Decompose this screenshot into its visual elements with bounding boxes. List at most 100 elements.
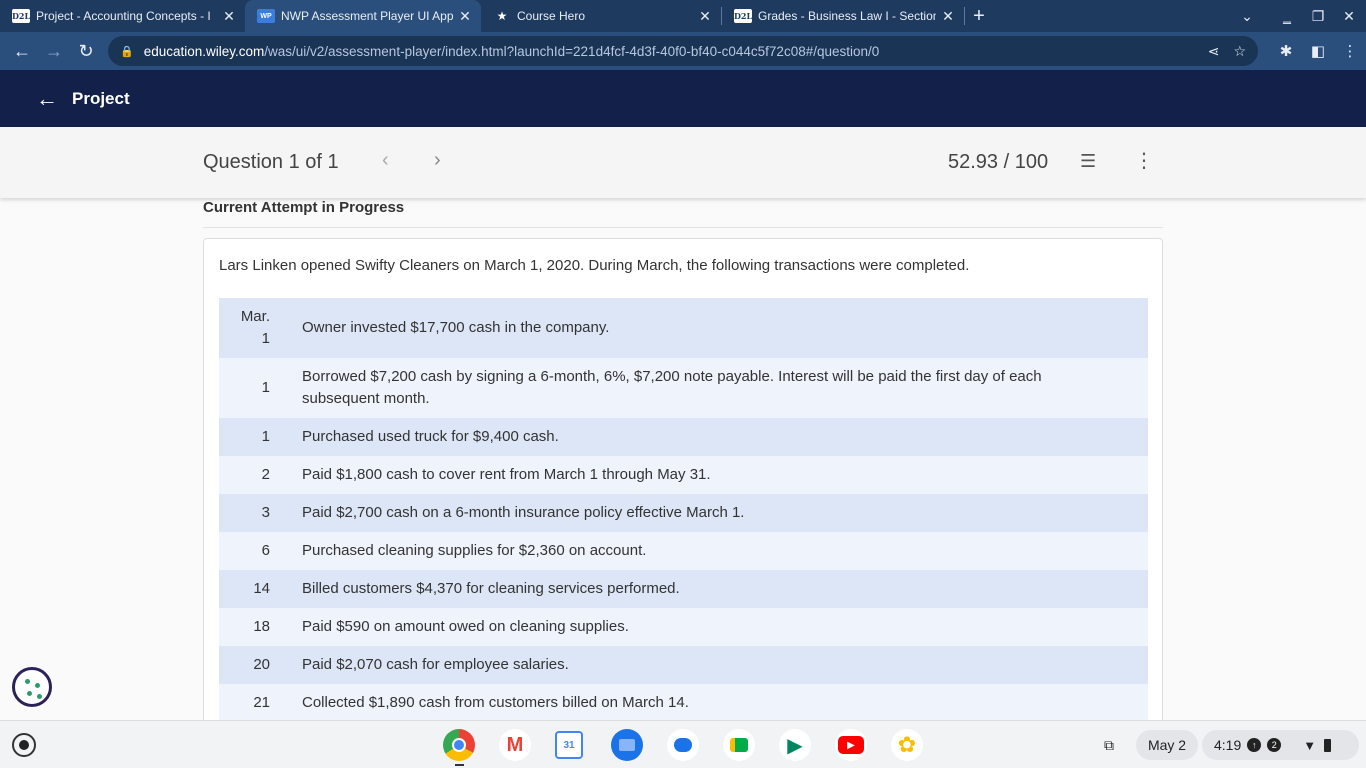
tab-grades-business-law[interactable]: D2L Grades - Business Law I - Section ✕: [722, 0, 964, 32]
chrome-center: [452, 738, 466, 752]
back-arrow-icon[interactable]: ←: [6, 35, 38, 67]
launcher-icon[interactable]: [12, 733, 36, 757]
transaction-date: 21: [253, 694, 270, 711]
table-row: 18 Paid $590 on amount owed on cleaning …: [219, 608, 1148, 646]
cookie-crumb: [25, 679, 30, 684]
score-display: 52.93 / 100: [948, 151, 1049, 173]
chrome-app-icon[interactable]: [443, 729, 475, 761]
side-panel-icon[interactable]: ◧: [1302, 42, 1334, 60]
status-tray[interactable]: 4:19 ↑ 2 ▼: [1202, 730, 1359, 760]
tab-course-hero[interactable]: ★ Course Hero ✕: [481, 0, 721, 32]
question-card: Lars Linken opened Swifty Cleaners on Ma…: [203, 238, 1163, 720]
url-path: /was/ui/v2/assessment-player/index.html?…: [264, 43, 880, 59]
lock-icon: 🔒: [120, 45, 134, 58]
notification-count-badge: 2: [1267, 738, 1282, 752]
tab-project-accounting[interactable]: D2L Project - Accounting Concepts - I ✕: [0, 0, 245, 32]
more-options-icon[interactable]: ⋮: [1134, 148, 1154, 173]
transaction-date: 20: [253, 656, 270, 673]
url-host: education.wiley.com: [143, 43, 265, 59]
youtube-app-icon[interactable]: ▶: [835, 729, 867, 761]
battery-icon: [1324, 738, 1332, 752]
question-list-icon[interactable]: ☰: [1080, 151, 1096, 172]
minimize-icon[interactable]: ‗: [1272, 0, 1302, 32]
next-question-chevron-icon[interactable]: ›: [434, 149, 441, 172]
cookie-crumb: [35, 683, 40, 688]
restore-icon[interactable]: ❐: [1303, 0, 1333, 32]
d2l-favicon-icon: D2L: [11, 9, 31, 23]
transaction-description: Collected $1,890 cash from customers bil…: [302, 694, 689, 711]
calendar-app-icon[interactable]: 31: [555, 731, 583, 759]
os-shelf: M 31 ▶ ▶ ✿ ⧉ May 2 4:19 ↑ 2 ▼: [0, 720, 1366, 768]
extensions-puzzle-icon[interactable]: ✱: [1270, 42, 1302, 60]
table-row: 2 Paid $1,800 cash to cover rent from Ma…: [219, 456, 1148, 494]
app-header: ← Project: [0, 70, 1366, 127]
youtube-play-shape: ▶: [838, 736, 864, 754]
browser-menu-icon[interactable]: ⋮: [1334, 42, 1366, 60]
wp-favicon-icon: WP: [257, 9, 275, 23]
transaction-description: Billed customers $4,370 for cleaning ser…: [302, 580, 680, 597]
table-row: Mar. 1 Owner invested $17,700 cash in the…: [219, 298, 1148, 358]
folder-shape: [619, 739, 635, 751]
wifi-icon: ▼: [1303, 737, 1317, 753]
divider: [203, 227, 1163, 228]
transaction-description: Purchased used truck for $9,400 cash.: [302, 428, 559, 445]
question-intro: Lars Linken opened Swifty Cleaners on Ma…: [219, 257, 970, 274]
transaction-date: 18: [253, 618, 270, 635]
share-icon[interactable]: ⋖: [1208, 43, 1220, 60]
address-bar[interactable]: 🔒 education.wiley.com/was/ui/v2/assessme…: [108, 36, 1258, 66]
forward-arrow-icon[interactable]: →: [38, 35, 70, 67]
close-window-icon[interactable]: ✕: [1334, 0, 1364, 32]
tab-close-icon[interactable]: ✕: [221, 8, 237, 25]
attempt-status: Current Attempt in Progress: [203, 199, 405, 216]
transaction-date: Mar. 1: [240, 308, 270, 347]
tab-close-icon[interactable]: ✕: [457, 8, 473, 25]
tab-close-icon[interactable]: ✕: [940, 8, 956, 25]
reload-icon[interactable]: ↻: [70, 35, 102, 67]
tab-title: Grades - Business Law I - Section: [758, 9, 936, 23]
transaction-description: Purchased cleaning supplies for $2,360 o…: [302, 542, 647, 559]
table-row: 20 Paid $2,070 cash for employee salarie…: [219, 646, 1148, 684]
meet-app-icon[interactable]: [723, 729, 755, 761]
bookmark-star-icon[interactable]: ☆: [1233, 43, 1246, 60]
launcher-dot: [19, 740, 29, 750]
transaction-description: Owner invested $17,700 cash in the compa…: [302, 319, 610, 336]
page-title: Project: [72, 88, 130, 108]
messages-app-icon[interactable]: [667, 729, 699, 761]
question-navigation-bar: Question 1 of 1 ‹ › 52.93 / 100 ☰ ⋮: [0, 127, 1366, 198]
tab-title: Project - Accounting Concepts - I: [36, 9, 211, 23]
cookie-crumb: [27, 691, 32, 696]
table-row: 14 Billed customers $4,370 for cleaning …: [219, 570, 1148, 608]
transaction-description: Borrowed $7,200 cash by signing a 6-mont…: [302, 368, 1042, 407]
table-row: 1 Purchased used truck for $9,400 cash.: [219, 418, 1148, 456]
table-row: 21 Collected $1,890 cash from customers …: [219, 684, 1148, 720]
clock-time: 4:19: [1214, 737, 1242, 753]
main-content: Current Attempt in Progress Lars Linken …: [0, 198, 1366, 720]
transactions-table: Mar. 1 Owner invested $17,700 cash in the…: [219, 298, 1148, 720]
chat-bubble-shape: [674, 738, 692, 752]
transaction-date: 1: [261, 379, 270, 396]
screen-capture-icon[interactable]: ⧉: [1093, 730, 1125, 760]
tab-close-icon[interactable]: ✕: [697, 8, 713, 25]
browser-tab-strip: D2L Project - Accounting Concepts - I ✕ …: [0, 0, 1366, 32]
transaction-date: 6: [261, 542, 270, 559]
tab-nwp-assessment[interactable]: WP NWP Assessment Player UI App ✕: [245, 0, 481, 32]
back-arrow-icon[interactable]: ←: [36, 86, 58, 112]
transaction-description: Paid $2,700 cash on a 6-month insurance …: [302, 504, 745, 521]
table-row: 3 Paid $2,700 cash on a 6-month insuranc…: [219, 494, 1148, 532]
star-favicon-icon: ★: [496, 9, 508, 23]
play-store-app-icon[interactable]: ▶: [779, 729, 811, 761]
gmail-app-icon[interactable]: M: [499, 729, 531, 761]
photos-app-icon[interactable]: ✿: [891, 729, 923, 761]
tab-title: NWP Assessment Player UI App: [281, 9, 453, 23]
cookie-crumb: [37, 694, 42, 699]
update-arrow-icon: ↑: [1247, 738, 1262, 752]
browser-toolbar: ← → ↻ 🔒 education.wiley.com/was/ui/v2/as…: [0, 32, 1366, 70]
tab-search-chevron-icon[interactable]: ⌄: [1232, 0, 1262, 32]
date-pill[interactable]: May 2: [1136, 730, 1198, 760]
cookie-settings-icon[interactable]: [12, 667, 52, 707]
d2l-favicon-icon: D2L: [733, 9, 753, 23]
table-row: 6 Purchased cleaning supplies for $2,360…: [219, 532, 1148, 570]
files-app-icon[interactable]: [611, 729, 643, 761]
new-tab-plus-icon[interactable]: +: [965, 0, 993, 32]
previous-question-chevron-icon[interactable]: ‹: [382, 149, 389, 172]
